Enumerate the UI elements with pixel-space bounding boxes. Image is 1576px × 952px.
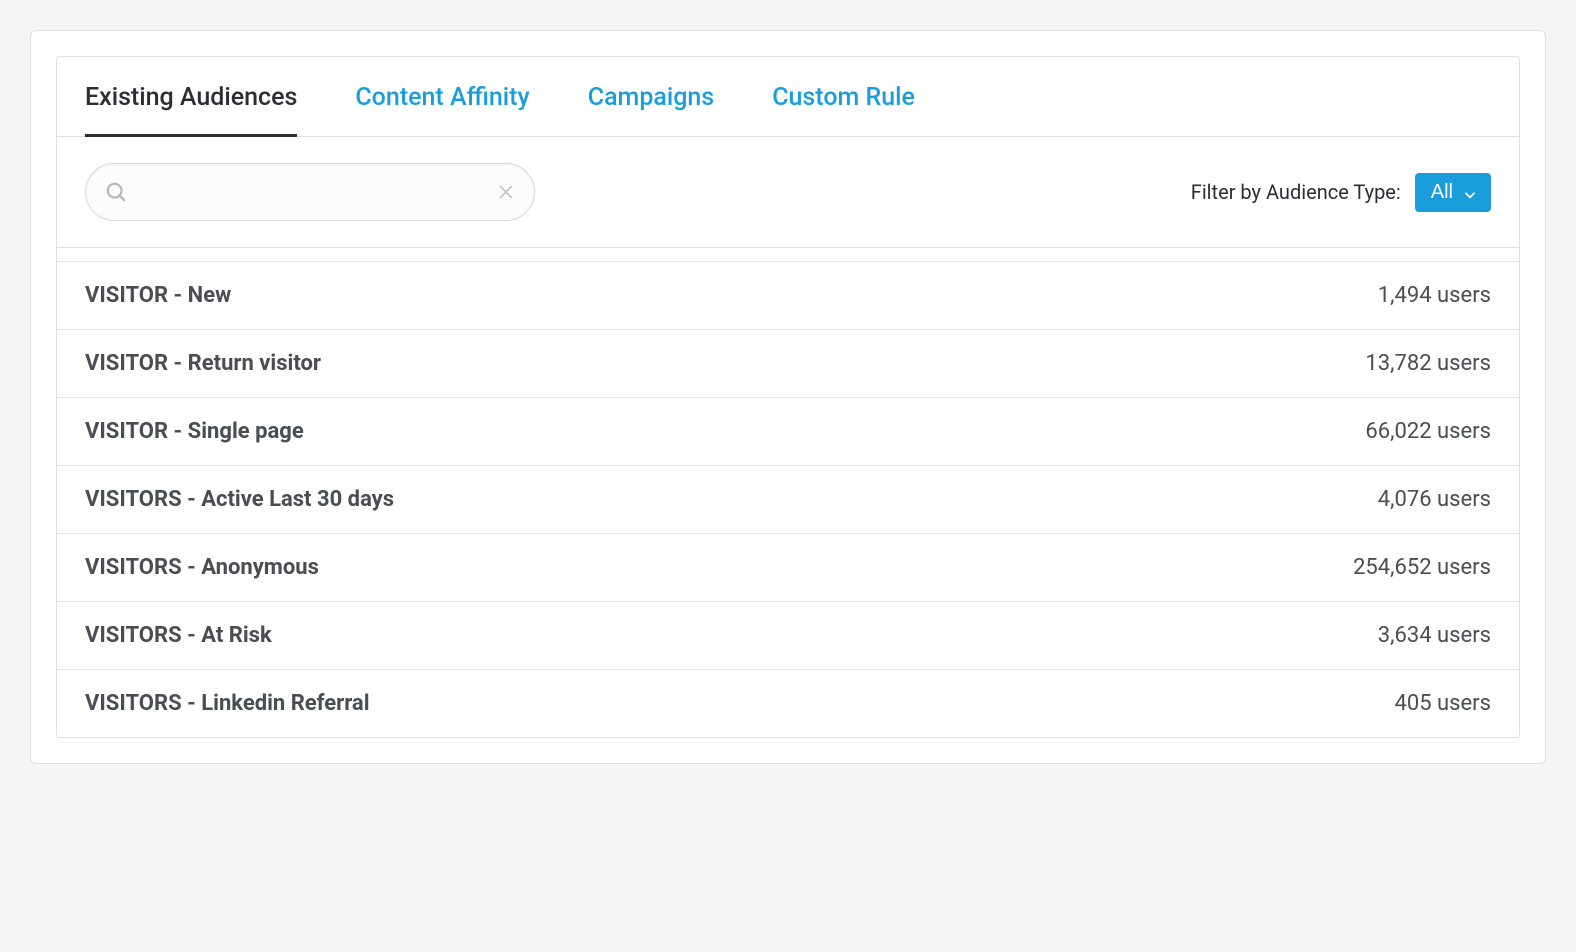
- audience-name: VISITORS - Linkedin Referral: [85, 691, 370, 716]
- audience-count: 3,634 users: [1378, 623, 1491, 648]
- outer-card: Existing Audiences Content Affinity Camp…: [30, 30, 1546, 764]
- toolbar: Filter by Audience Type: All: [57, 137, 1519, 248]
- filter-group: Filter by Audience Type: All: [1191, 173, 1491, 212]
- search-wrap: [85, 163, 535, 221]
- spacer-row: [57, 248, 1519, 262]
- tab-custom-rule[interactable]: Custom Rule: [772, 57, 915, 137]
- list-item[interactable]: VISITOR - New 1,494 users: [57, 262, 1519, 330]
- search-icon: [105, 181, 127, 203]
- audience-count: 66,022 users: [1365, 419, 1491, 444]
- list-item[interactable]: VISITOR - Single page 66,022 users: [57, 398, 1519, 466]
- filter-label: Filter by Audience Type:: [1191, 180, 1401, 204]
- audience-name: VISITOR - Return visitor: [85, 351, 321, 376]
- audience-name: VISITORS - Active Last 30 days: [85, 487, 394, 512]
- audience-name: VISITOR - Single page: [85, 419, 304, 444]
- audience-count: 254,652 users: [1353, 555, 1491, 580]
- audience-count: 405 users: [1394, 691, 1491, 716]
- tab-campaigns[interactable]: Campaigns: [588, 57, 714, 137]
- filter-selected-value: All: [1431, 181, 1453, 204]
- tab-content-affinity[interactable]: Content Affinity: [355, 57, 529, 137]
- list-item[interactable]: VISITORS - Active Last 30 days 4,076 use…: [57, 466, 1519, 534]
- audience-count: 4,076 users: [1378, 487, 1491, 512]
- audience-count: 1,494 users: [1378, 283, 1491, 308]
- search-input[interactable]: [85, 163, 535, 221]
- clear-icon[interactable]: [497, 183, 515, 201]
- chevron-down-icon: [1463, 185, 1477, 199]
- list-item[interactable]: VISITOR - Return visitor 13,782 users: [57, 330, 1519, 398]
- audience-name: VISITORS - Anonymous: [85, 555, 319, 580]
- list-item[interactable]: VISITORS - Linkedin Referral 405 users: [57, 670, 1519, 737]
- tab-existing-audiences[interactable]: Existing Audiences: [85, 57, 297, 137]
- audience-list: VISITOR - New 1,494 users VISITOR - Retu…: [57, 262, 1519, 737]
- tabs: Existing Audiences Content Affinity Camp…: [57, 57, 1519, 137]
- list-item[interactable]: VISITORS - Anonymous 254,652 users: [57, 534, 1519, 602]
- audience-count: 13,782 users: [1365, 351, 1491, 376]
- list-item[interactable]: VISITORS - At Risk 3,634 users: [57, 602, 1519, 670]
- audience-name: VISITOR - New: [85, 283, 231, 308]
- audiences-panel: Existing Audiences Content Affinity Camp…: [56, 56, 1520, 738]
- audience-name: VISITORS - At Risk: [85, 623, 272, 648]
- filter-dropdown[interactable]: All: [1415, 173, 1491, 212]
